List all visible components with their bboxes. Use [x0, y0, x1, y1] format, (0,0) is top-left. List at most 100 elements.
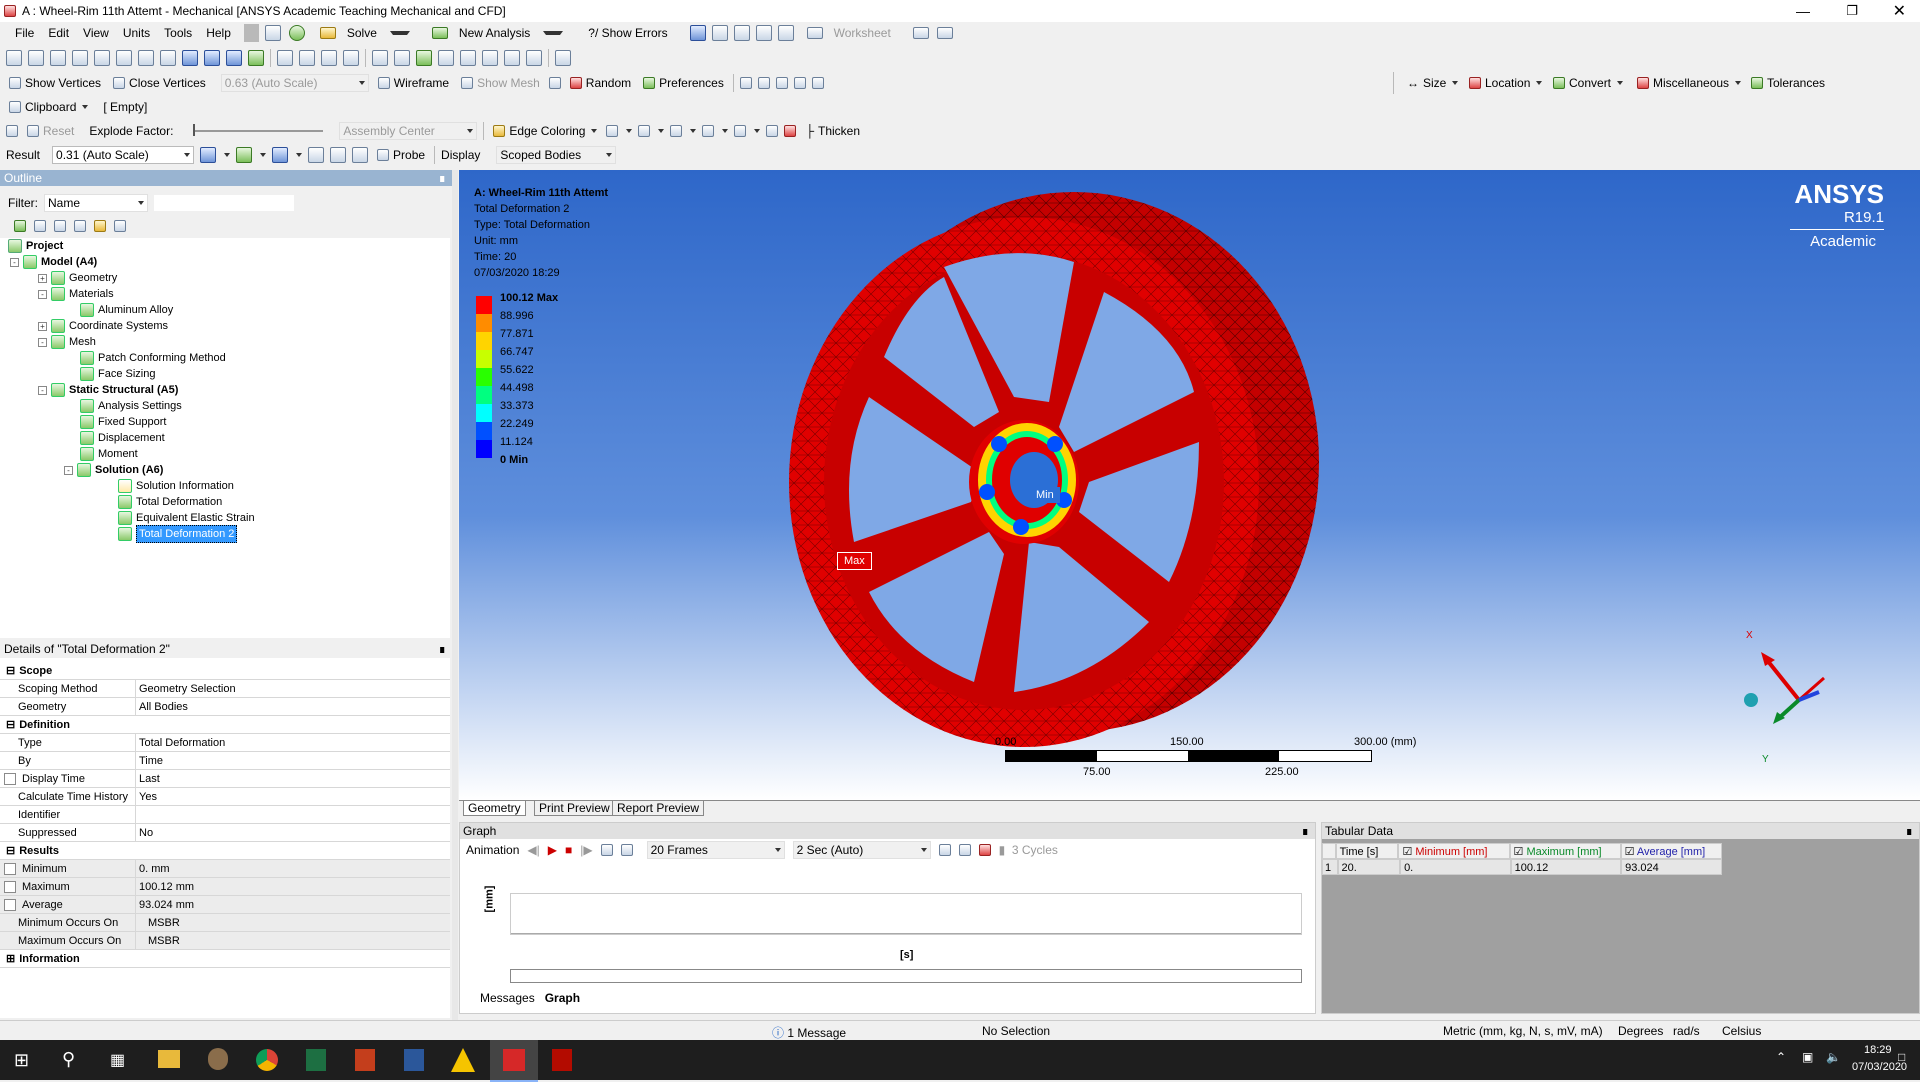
explode-factor-slider[interactable] — [193, 124, 324, 136]
tree-node-moment[interactable]: Moment — [80, 446, 138, 462]
word-icon[interactable] — [404, 1049, 424, 1071]
detail-row-minimum-occurs-on[interactable]: Minimum Occurs On MSBR — [0, 914, 450, 932]
pdf-reader-icon[interactable] — [552, 1049, 572, 1071]
max-label-icon[interactable] — [330, 147, 347, 163]
restore-button[interactable]: ❐ — [1846, 3, 1858, 19]
section-results[interactable]: ⊟ Results — [0, 842, 450, 860]
random-colors-button[interactable]: Random — [567, 76, 634, 90]
pin-icon[interactable] — [766, 125, 779, 137]
select-icon[interactable] — [6, 50, 22, 66]
tree-node-geometry[interactable]: + Geometry — [38, 270, 117, 286]
grid-icon[interactable] — [978, 844, 991, 856]
tab-geometry[interactable]: Geometry — [463, 801, 526, 816]
tab-report-preview[interactable]: Report Preview — [612, 801, 705, 816]
figure-icon[interactable] — [733, 25, 750, 41]
detail-row-identifier[interactable]: Identifier — [0, 806, 450, 824]
previous-view-icon[interactable] — [460, 50, 476, 66]
section-definition[interactable]: ⊟ Definition — [0, 716, 450, 734]
tree-node-static-structural[interactable]: - Static Structural (A5) — [38, 382, 178, 398]
result-sets-icon[interactable] — [620, 844, 633, 856]
sort-icon[interactable] — [114, 220, 126, 232]
expand-icon[interactable]: + — [38, 321, 47, 331]
wheel-rim-model[interactable] — [759, 182, 1319, 752]
filter-combo[interactable]: Name — [44, 194, 148, 212]
tree-node-analysis-settings[interactable]: Analysis Settings — [80, 398, 182, 414]
expand-icon[interactable]: ⊞ — [6, 953, 15, 965]
angular-velocity-status[interactable]: rad/s — [1673, 1024, 1700, 1038]
collapse-icon[interactable]: - — [38, 385, 47, 395]
text-annotation-icon[interactable] — [755, 25, 772, 41]
size-button[interactable]: ↔ Size — [1404, 76, 1461, 90]
screenshot-icon[interactable] — [264, 25, 281, 41]
axis-align-icon[interactable] — [811, 77, 824, 89]
next-view-icon[interactable] — [482, 50, 498, 66]
slider-thumb[interactable] — [193, 124, 196, 136]
tree-node-fixed-support[interactable]: Fixed Support — [80, 414, 166, 430]
folder-icon[interactable] — [94, 220, 106, 232]
checkbox[interactable] — [4, 881, 16, 894]
axis-align-icon[interactable] — [739, 77, 752, 89]
menu-units[interactable]: Units — [116, 26, 157, 40]
max-marker[interactable]: Max — [837, 552, 872, 570]
distributed-frames-icon[interactable] — [600, 844, 613, 856]
section-scope[interactable]: ⊟ Scope — [0, 662, 450, 680]
excel-icon[interactable] — [306, 1049, 326, 1071]
checkbox[interactable] — [4, 899, 16, 912]
set-view-icon[interactable] — [526, 50, 542, 66]
angle-unit-status[interactable]: Degrees — [1618, 1024, 1663, 1038]
tree-node-model[interactable]: - Model (A4) — [10, 254, 97, 270]
tree-node-aluminum-alloy[interactable]: Aluminum Alloy — [80, 302, 173, 318]
collapse-icon[interactable]: - — [64, 465, 73, 475]
export-video-icon[interactable] — [938, 844, 951, 856]
detail-row-maximum-occurs-on[interactable]: Maximum Occurs On MSBR — [0, 932, 450, 950]
column-header-time[interactable]: Time [s] — [1335, 843, 1399, 859]
detail-value[interactable]: Total Deformation — [136, 734, 450, 751]
duration-combo[interactable]: 2 Sec (Auto) — [792, 841, 931, 859]
close-button[interactable]: ✕ — [1893, 1, 1906, 21]
color-legend[interactable]: 100.12 Max 88.996 77.871 66.747 55.622 4… — [459, 292, 599, 466]
tree-node-patch-conforming[interactable]: Patch Conforming Method — [80, 350, 226, 366]
zoom-in-icon[interactable] — [416, 50, 432, 66]
show-vertices-button[interactable]: Show Vertices — [6, 76, 104, 90]
tree-node-mesh[interactable]: - Mesh — [38, 334, 96, 350]
vectors-icon[interactable] — [308, 147, 325, 163]
geometry-display-icon[interactable] — [200, 147, 217, 163]
task-view-icon[interactable]: ▦ — [110, 1050, 125, 1070]
column-header-minimum[interactable]: ☑ Minimum [mm] — [1398, 843, 1510, 859]
collapse-icon[interactable]: ⊟ — [6, 665, 15, 677]
pin-icon[interactable]: ∎ — [1905, 823, 1913, 839]
display-combo[interactable]: Scoped Bodies — [496, 146, 617, 164]
next-frame-icon[interactable]: |▶ — [580, 843, 592, 857]
collapse-icon[interactable]: ⊟ — [6, 845, 15, 857]
edge-display-icon[interactable] — [702, 125, 715, 137]
checkbox[interactable] — [4, 863, 16, 876]
edit-icon[interactable] — [34, 220, 46, 232]
check-icon[interactable] — [288, 25, 305, 41]
viewport-layout-icon[interactable] — [555, 50, 571, 66]
temperature-unit-status[interactable]: Celsius — [1722, 1024, 1761, 1038]
show-mesh-button[interactable]: Show Mesh — [458, 76, 543, 90]
notifications-icon[interactable]: □ — [1898, 1050, 1905, 1064]
column-header-average[interactable]: ☑ Average [mm] — [1620, 843, 1723, 859]
pin-icon[interactable]: ∎ — [1301, 823, 1309, 839]
detail-row-average[interactable]: Average 93.024 mm — [0, 896, 450, 914]
start-icon[interactable]: ⊞ — [14, 1050, 29, 1071]
detail-value[interactable]: Geometry Selection — [136, 680, 450, 697]
node-select-icon[interactable] — [182, 50, 198, 66]
timeline-scrollbar[interactable] — [510, 969, 1302, 983]
collapse-icon[interactable]: - — [38, 289, 47, 299]
clock-time[interactable]: 18:29 — [1864, 1044, 1892, 1056]
collapse-icon[interactable]: ⊟ — [6, 719, 15, 731]
detail-row-suppressed[interactable]: Suppressed No — [0, 824, 450, 842]
chrome-icon[interactable] — [256, 1049, 278, 1071]
filter-input[interactable] — [154, 195, 294, 211]
solve-button[interactable]: Solve — [313, 26, 417, 40]
detail-value[interactable]: Last — [136, 770, 450, 787]
detail-row-display-time[interactable]: Display Time Last — [0, 770, 450, 788]
thickness-icon[interactable] — [784, 125, 797, 137]
zoom-icon[interactable] — [321, 50, 337, 66]
detail-value[interactable]: All Bodies — [136, 698, 450, 715]
preferences-button[interactable]: Preferences — [640, 76, 727, 90]
tree-node-displacement[interactable]: Displacement — [80, 430, 165, 446]
contour-icon[interactable] — [236, 147, 253, 163]
